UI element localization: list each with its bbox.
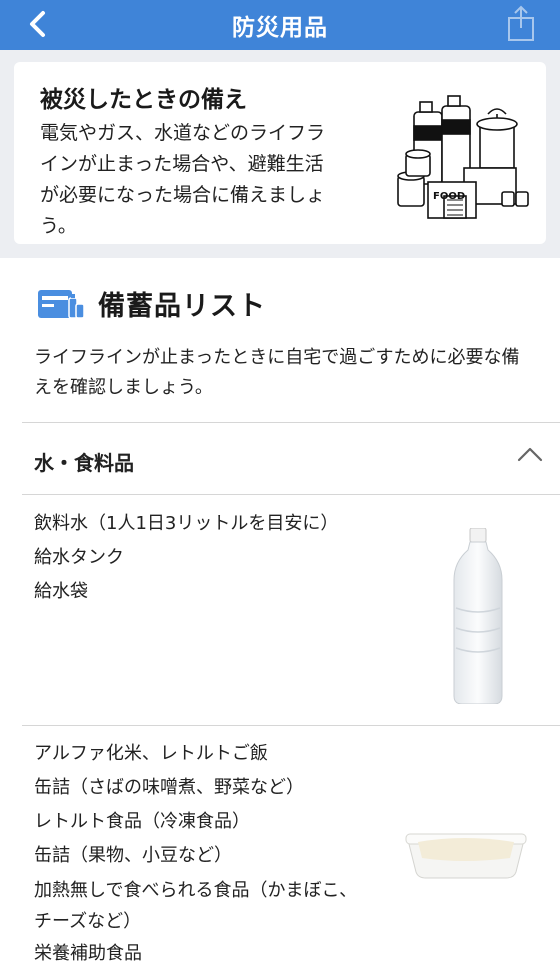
intro-text: 電気やガス、水道などのライフラインが止まった場合や、避難生活が必要になった場合に… bbox=[40, 122, 326, 237]
section-title: 備蓄品リスト bbox=[98, 290, 266, 322]
divider bbox=[22, 725, 560, 726]
stockpile-icon bbox=[38, 290, 84, 319]
category-accordion-header[interactable]: 水・食料品 bbox=[22, 423, 560, 495]
list-item: 缶詰（さばの味噌煮、野菜など） bbox=[34, 777, 304, 798]
list-item: 栄養補助食品 bbox=[34, 943, 142, 964]
stockpile-header: 備蓄品リスト bbox=[38, 283, 266, 323]
chevron-left-icon[interactable] bbox=[22, 8, 54, 40]
share-icon[interactable] bbox=[506, 4, 536, 42]
list-item: 飲料水（1人1日3リットルを目安に） bbox=[34, 513, 339, 534]
water-bottle-image bbox=[453, 528, 503, 704]
list-item: 缶詰（果物、小豆など） bbox=[34, 845, 232, 866]
list-item: 給水タンク bbox=[34, 547, 124, 568]
category-title: 水・食料品 bbox=[34, 451, 134, 475]
intro-section: 被災したときの備え 電気やガス、水道などのライフラインが止まった場合や、避難生活… bbox=[0, 50, 560, 258]
emergency-supplies-illustration: FOOD bbox=[397, 95, 529, 219]
list-item: 給水袋 bbox=[34, 581, 88, 602]
list-item: レトルト食品（冷凍食品） bbox=[34, 811, 250, 832]
list-item: アルファ化米、レトルトご飯 bbox=[34, 743, 268, 764]
navigation-bar: 防災用品 bbox=[0, 0, 560, 50]
intro-heading: 被災したときの備え bbox=[40, 87, 247, 113]
food-item-list: アルファ化米、レトルトご飯 缶詰（さばの味噌煮、野菜など） レトルト食品（冷凍食… bbox=[34, 737, 364, 971]
intro-card: 被災したときの備え 電気やガス、水道などのライフラインが止まった場合や、避難生活… bbox=[14, 62, 546, 244]
water-item-list: 飲料水（1人1日3リットルを目安に） 給水タンク 給水袋 bbox=[34, 507, 364, 609]
page-title: 防災用品 bbox=[232, 15, 328, 41]
section-description: ライフラインが止まったときに自宅で過ごすために必要な備えを確認しましょう。 bbox=[34, 347, 520, 398]
list-item: 加熱無しで食べられる食品（かまぼこ、チーズなど） bbox=[34, 880, 358, 932]
food-box-label: FOOD bbox=[433, 191, 465, 202]
rice-tray-image bbox=[405, 833, 527, 879]
divider bbox=[22, 494, 560, 495]
chevron-up-icon[interactable] bbox=[516, 443, 544, 465]
